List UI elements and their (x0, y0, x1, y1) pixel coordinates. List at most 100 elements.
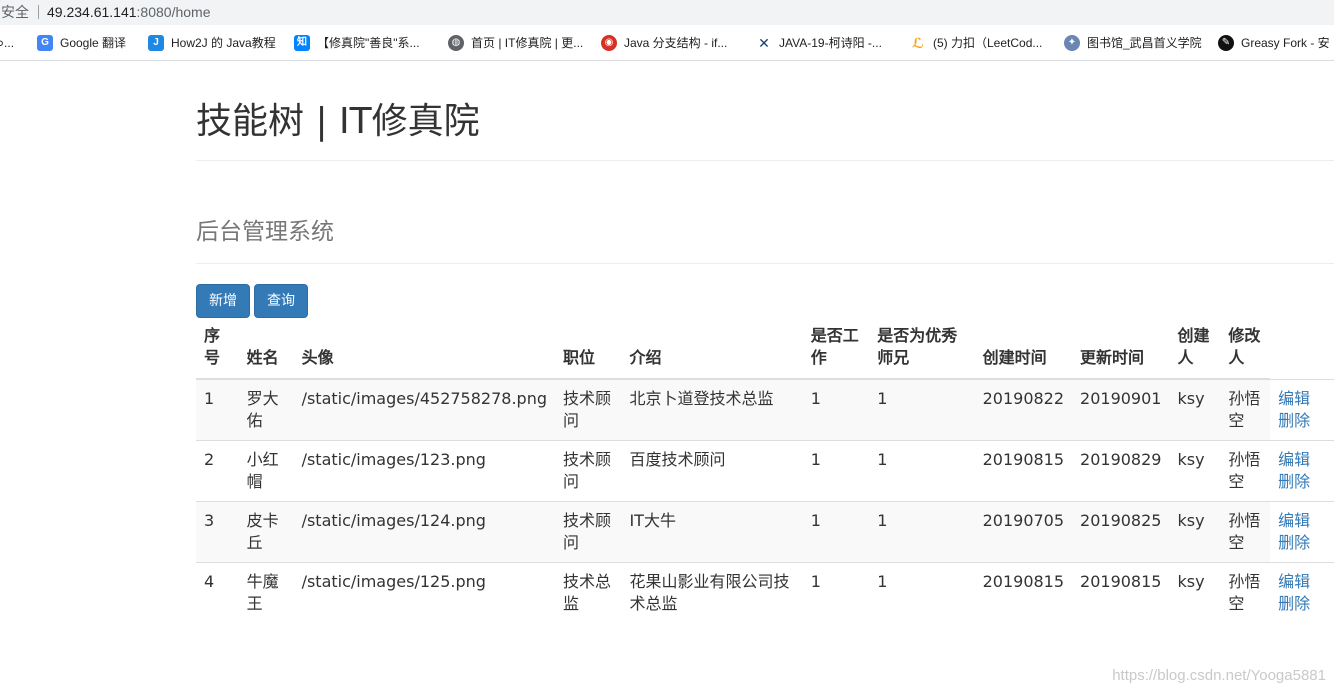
cell-name: 皮卡丘 (238, 501, 294, 563)
cell-name: 罗大佑 (238, 378, 294, 441)
bookmark-label: JAVA-19-柯诗阳 -... (779, 36, 882, 50)
table-header-row: 序号 姓名 头像 职位 介绍 是否工作 是否为优秀师兄 创建时间 更新时间 创建… (196, 320, 1334, 380)
zhihu-icon: 知 (294, 35, 310, 51)
cell-working: 1 (802, 440, 870, 502)
cell-id: 1 (196, 378, 239, 441)
bookmark-item[interactable]: ◍ 首页 | IT修真院 | 更... (448, 35, 583, 51)
bookmark-label: (5) 力扣（LeetCod... (933, 36, 1043, 50)
data-table: 序号 姓名 头像 职位 介绍 是否工作 是否为优秀师兄 创建时间 更新时间 创建… (196, 320, 1334, 624)
column-header-created: 创建时间 (974, 320, 1073, 380)
cell-name: 牛魔王 (238, 562, 294, 624)
delete-link[interactable]: 删除 (1278, 533, 1310, 552)
cell-actions: 编辑 删除 (1270, 501, 1334, 563)
cell-avatar: /static/images/123.png (293, 440, 555, 502)
how2j-icon: J (148, 35, 164, 51)
cell-updated: 20190815 (1072, 562, 1170, 624)
cell-excellent: 1 (869, 440, 975, 502)
delete-link[interactable]: 删除 (1278, 411, 1310, 430)
column-header-updated: 更新时间 (1072, 320, 1170, 380)
bookmark-label: 图书馆_武昌首义学院 (1087, 36, 1202, 50)
cell-intro: 百度技术顾问 (621, 440, 803, 502)
cell-intro: 北京卜道登技术总监 (621, 378, 803, 441)
cell-updated: 20190901 (1072, 378, 1170, 441)
cell-id: 4 (196, 562, 239, 624)
cell-modifier: 孙悟空 (1220, 378, 1271, 441)
bookmark-item[interactable]: ✎ Greasy Fork - 安 (1218, 35, 1330, 51)
google-translate-icon: G (37, 35, 53, 51)
leetcode-icon: ℒ (910, 35, 926, 51)
url-host: 49.234.61.141 (47, 4, 137, 20)
subtitle-divider (196, 263, 1334, 264)
cell-created: 20190822 (974, 378, 1073, 441)
table-row: 1 罗大佑 /static/images/452758278.png 技术顾问 … (196, 378, 1334, 441)
column-header-actions (1270, 320, 1334, 379)
cell-intro: 花果山影业有限公司技术总监 (621, 562, 803, 624)
cell-updated: 20190829 (1072, 440, 1170, 502)
query-button[interactable]: 查询 (254, 284, 308, 318)
bookmark-label: Greasy Fork - 安 (1241, 36, 1330, 50)
edit-link[interactable]: 编辑 (1278, 389, 1310, 408)
bookmark-label: ⊃... (0, 36, 15, 50)
cell-modifier: 孙悟空 (1220, 562, 1271, 624)
cell-modifier: 孙悟空 (1220, 440, 1271, 502)
watermark: https://blog.csdn.net/Yooga5881 (1112, 667, 1326, 684)
bookmark-item[interactable]: 知【修真院"善良"系... (294, 35, 420, 51)
cell-created: 20190705 (974, 501, 1073, 563)
address-bar[interactable]: 安全 49.234.61.141:8080/home (0, 0, 1334, 25)
cell-created: 20190815 (974, 562, 1073, 624)
table-row: 3 皮卡丘 /static/images/124.png 技术顾问 IT大牛 1… (196, 501, 1334, 563)
cell-position: 技术顾问 (555, 501, 622, 563)
bookmark-item[interactable]: G Google 翻译 (37, 35, 126, 51)
cell-position: 技术顾问 (555, 440, 622, 502)
column-header-modifier: 修改人 (1220, 320, 1271, 380)
cell-working: 1 (802, 562, 870, 624)
cell-excellent: 1 (869, 562, 975, 624)
globe-icon: ◍ (448, 35, 464, 51)
cell-avatar: /static/images/124.png (293, 501, 555, 563)
security-indicator[interactable]: 安全 (1, 4, 29, 20)
column-header-working: 是否工作 (802, 320, 870, 380)
delete-link[interactable]: 删除 (1278, 594, 1310, 613)
page-title: 技能树 | IT修真院 (196, 101, 480, 142)
bookmark-item[interactable]: ✕ JAVA-19-柯诗阳 -... (756, 35, 882, 51)
page-subtitle: 后台管理系统 (196, 219, 334, 245)
title-divider (196, 160, 1334, 161)
cell-id: 3 (196, 501, 239, 563)
cell-creator: ksy (1169, 440, 1221, 502)
library-icon: ✦ (1064, 35, 1080, 51)
cell-actions: 编辑 删除 (1270, 378, 1334, 441)
column-header-name: 姓名 (238, 320, 294, 380)
cell-excellent: 1 (869, 378, 975, 441)
bookmark-item[interactable]: J How2J 的 Java教程 (148, 35, 276, 51)
cell-created: 20190815 (974, 440, 1073, 502)
cell-id: 2 (196, 440, 239, 502)
table-row: 4 牛魔王 /static/images/125.png 技术总监 花果山影业有… (196, 562, 1334, 624)
column-header-id: 序号 (196, 320, 239, 380)
cell-working: 1 (802, 378, 870, 441)
runoob-icon: ◉ (601, 35, 617, 51)
cell-actions: 编辑 删除 (1270, 440, 1334, 502)
bookmark-item[interactable]: ℒ (5) 力扣（LeetCod... (910, 35, 1042, 51)
cell-position: 技术总监 (555, 562, 622, 624)
edit-link[interactable]: 编辑 (1278, 572, 1310, 591)
bookmark-label: Google 翻译 (60, 36, 127, 50)
tools-icon: ✕ (756, 35, 772, 51)
cell-actions: 编辑 删除 (1270, 562, 1334, 624)
address-divider (38, 5, 39, 19)
cell-intro: IT大牛 (621, 501, 803, 563)
edit-link[interactable]: 编辑 (1278, 511, 1310, 530)
cell-creator: ksy (1169, 501, 1221, 563)
cell-position: 技术顾问 (555, 378, 622, 441)
bookmark-item[interactable]: ✦ 图书馆_武昌首义学院 (1064, 35, 1202, 51)
cell-creator: ksy (1169, 378, 1221, 441)
column-header-position: 职位 (555, 320, 622, 380)
url-path: :8080/home (136, 4, 211, 20)
bookmark-item[interactable]: ⊃... (0, 35, 14, 51)
add-button[interactable]: 新增 (196, 284, 250, 318)
edit-link[interactable]: 编辑 (1278, 450, 1310, 469)
bookmarks-bar: ⊃... G Google 翻译 J How2J 的 Java教程 知【修真院"善良… (0, 25, 1334, 61)
cell-working: 1 (802, 501, 870, 563)
bookmark-item[interactable]: ◉ Java 分支结构 - if... (601, 35, 727, 51)
bookmark-label: Java 分支结构 - if... (624, 36, 728, 50)
delete-link[interactable]: 删除 (1278, 472, 1310, 491)
